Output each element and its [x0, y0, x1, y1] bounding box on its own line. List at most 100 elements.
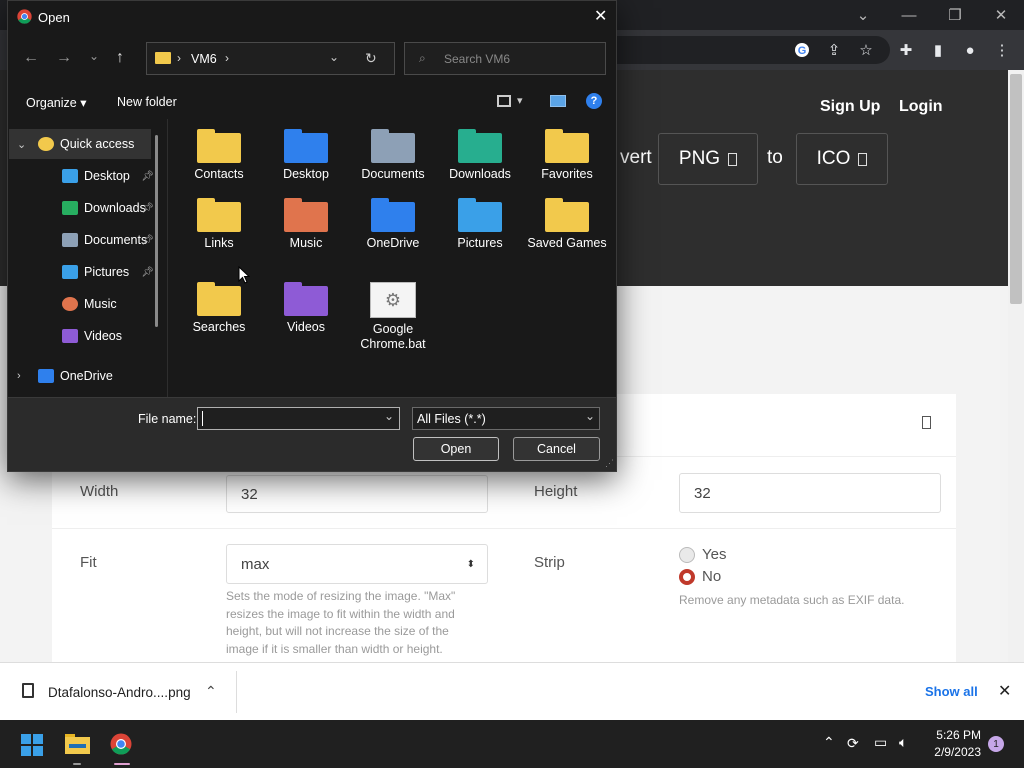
file-item-contacts[interactable]: Contacts — [179, 129, 259, 182]
file-item-searches[interactable]: Searches — [179, 282, 259, 335]
chevron-down-icon: ⌄ — [585, 409, 596, 423]
file-item-onedrive[interactable]: OneDrive — [353, 198, 433, 251]
close-downloads-icon[interactable]: ✕ — [998, 681, 1011, 701]
mouse-pointer-icon — [238, 265, 251, 284]
pin-icon: 📌︎ — [141, 234, 154, 246]
share-icon[interactable]: ⇪ — [822, 38, 846, 62]
file-item-saved-games[interactable]: Saved Games — [527, 198, 607, 251]
chrome-icon[interactable] — [110, 733, 132, 755]
open-button[interactable]: Open — [413, 437, 499, 461]
network-icon[interactable]: ▭ — [874, 734, 887, 751]
file-item-documents[interactable]: Documents — [353, 129, 433, 182]
preview-pane-icon[interactable] — [550, 95, 566, 107]
collapse-chevron-icon[interactable]: › — [17, 370, 21, 382]
strip-no-radio[interactable] — [679, 569, 695, 585]
chevron-up-icon[interactable]: ⌃ — [823, 734, 835, 751]
height-label: Height — [534, 483, 578, 500]
breadcrumb-separator: › — [225, 51, 229, 65]
scrollbar-thumb[interactable] — [1010, 74, 1022, 304]
path-dropdown-icon[interactable]: ⌄ — [329, 50, 339, 64]
file-item-desktop[interactable]: Desktop — [266, 129, 346, 182]
fit-select[interactable]: max ⬍ — [226, 544, 488, 584]
file-item-pictures[interactable]: Pictures — [440, 198, 520, 251]
breadcrumb-vm6[interactable]: VM6 — [191, 52, 217, 66]
dropdown-glyph-icon — [858, 152, 868, 166]
file-item-links[interactable]: Links — [179, 198, 259, 251]
chevron-up-icon[interactable]: ⌃ — [205, 683, 217, 700]
nav-item-desktop[interactable]: Desktop 📌︎ — [8, 161, 158, 191]
download-icon — [62, 201, 78, 215]
profile-icon[interactable]: ● — [958, 38, 982, 62]
nav-item-onedrive[interactable]: › OneDrive — [8, 361, 158, 391]
file-name-label: File name: — [138, 412, 197, 426]
search-input[interactable]: ⌕ Search VM6 — [404, 42, 606, 75]
card-corner-glyph — [922, 416, 931, 434]
height-input[interactable]: 32 — [679, 473, 941, 513]
star-icon[interactable]: ☆ — [854, 38, 878, 62]
help-icon[interactable]: ? — [586, 93, 602, 109]
resize-grip-icon[interactable]: ⋰ — [605, 458, 614, 469]
file-explorer-icon[interactable] — [65, 734, 90, 754]
file-type-select[interactable]: All Files (*.*) ⌄ — [412, 407, 600, 430]
chevron-down-icon[interactable]: ⌄ — [840, 0, 886, 30]
path-bar[interactable]: › VM6 › ⌄ ↻ — [146, 42, 395, 75]
volume-icon[interactable]: 🔈︎ — [899, 734, 907, 751]
width-input[interactable]: 32 — [226, 475, 488, 513]
close-dialog-icon[interactable]: ✕ — [594, 6, 607, 26]
svg-text:G: G — [798, 45, 807, 57]
recent-locations-chevron-icon[interactable]: ⌄ — [89, 49, 99, 63]
sync-icon[interactable]: ⟳ — [847, 735, 859, 752]
windows-start-icon[interactable] — [20, 733, 44, 757]
file-item-label: Downloads — [449, 167, 511, 181]
search-placeholder: Search VM6 — [444, 52, 511, 66]
google-icon[interactable]: G — [790, 38, 814, 62]
nav-item-quick-access[interactable]: ⌄ Quick access — [8, 129, 158, 159]
menu-icon[interactable]: ⋮ — [990, 38, 1014, 62]
file-item-music[interactable]: Music — [266, 198, 346, 251]
file-item-label: Google Chrome.bat — [360, 322, 426, 351]
file-item-google-chrome-bat[interactable]: ⚙ Google Chrome.bat — [353, 282, 433, 352]
refresh-icon[interactable]: ↻ — [365, 50, 377, 67]
file-name-input[interactable]: ⌄ — [197, 407, 400, 430]
videos-icon — [62, 329, 78, 343]
organize-menu[interactable]: Organize ▾ — [26, 95, 86, 110]
nav-item-music[interactable]: Music — [8, 289, 158, 319]
to-format-select[interactable]: ICO — [796, 133, 888, 185]
clock-time[interactable]: 5:26 PM — [931, 728, 981, 742]
signup-link[interactable]: Sign Up — [820, 98, 880, 116]
expand-chevron-icon[interactable]: ⌄ — [17, 138, 26, 151]
from-format-select[interactable]: PNG — [658, 133, 758, 185]
restore-icon[interactable]: ❐ — [932, 0, 978, 30]
file-item-videos[interactable]: Videos — [266, 282, 346, 335]
nav-item-pictures[interactable]: Pictures 📌︎ — [8, 257, 158, 287]
nav-item-downloads[interactable]: Downloads 📌︎ — [8, 193, 158, 223]
nav-pane-scrollbar[interactable] — [155, 135, 158, 327]
nav-item-documents[interactable]: Documents 📌︎ — [8, 225, 158, 255]
up-arrow-icon[interactable]: ↑ — [116, 49, 124, 67]
nav-item-videos[interactable]: Videos — [8, 321, 158, 351]
fit-label: Fit — [80, 554, 97, 571]
strip-yes-radio[interactable] — [679, 547, 695, 563]
view-dropdown-icon[interactable]: ▾ — [517, 94, 523, 107]
show-all-link[interactable]: Show all — [925, 684, 978, 699]
minimize-icon[interactable]: — — [886, 0, 932, 30]
file-item-downloads[interactable]: Downloads — [440, 129, 520, 182]
download-file-name[interactable]: Dtafalonso-Andro....png — [48, 685, 191, 700]
file-item-favorites[interactable]: Favorites — [527, 129, 607, 182]
side-panel-icon[interactable]: ▮ — [926, 38, 950, 62]
close-window-icon[interactable]: ✕ — [978, 0, 1024, 30]
new-folder-button[interactable]: New folder — [117, 95, 177, 109]
chevron-down-icon[interactable]: ⌄ — [384, 409, 394, 423]
login-link[interactable]: Login — [899, 98, 943, 116]
pictures-icon — [62, 265, 78, 279]
cancel-button[interactable]: Cancel — [513, 437, 600, 461]
forward-arrow-icon[interactable]: → — [56, 49, 72, 67]
file-item-label: Desktop — [283, 167, 329, 181]
extensions-icon[interactable]: ✚ — [894, 38, 918, 62]
notification-badge[interactable]: 1 — [988, 736, 1004, 752]
file-list: Contacts Desktop Documents Downloads Favorit… — [179, 129, 609, 389]
back-arrow-icon[interactable]: ← — [23, 49, 39, 67]
clock-date[interactable]: 2/9/2023 — [925, 745, 981, 759]
folder-icon — [284, 198, 328, 232]
view-options-icon[interactable] — [497, 95, 511, 107]
